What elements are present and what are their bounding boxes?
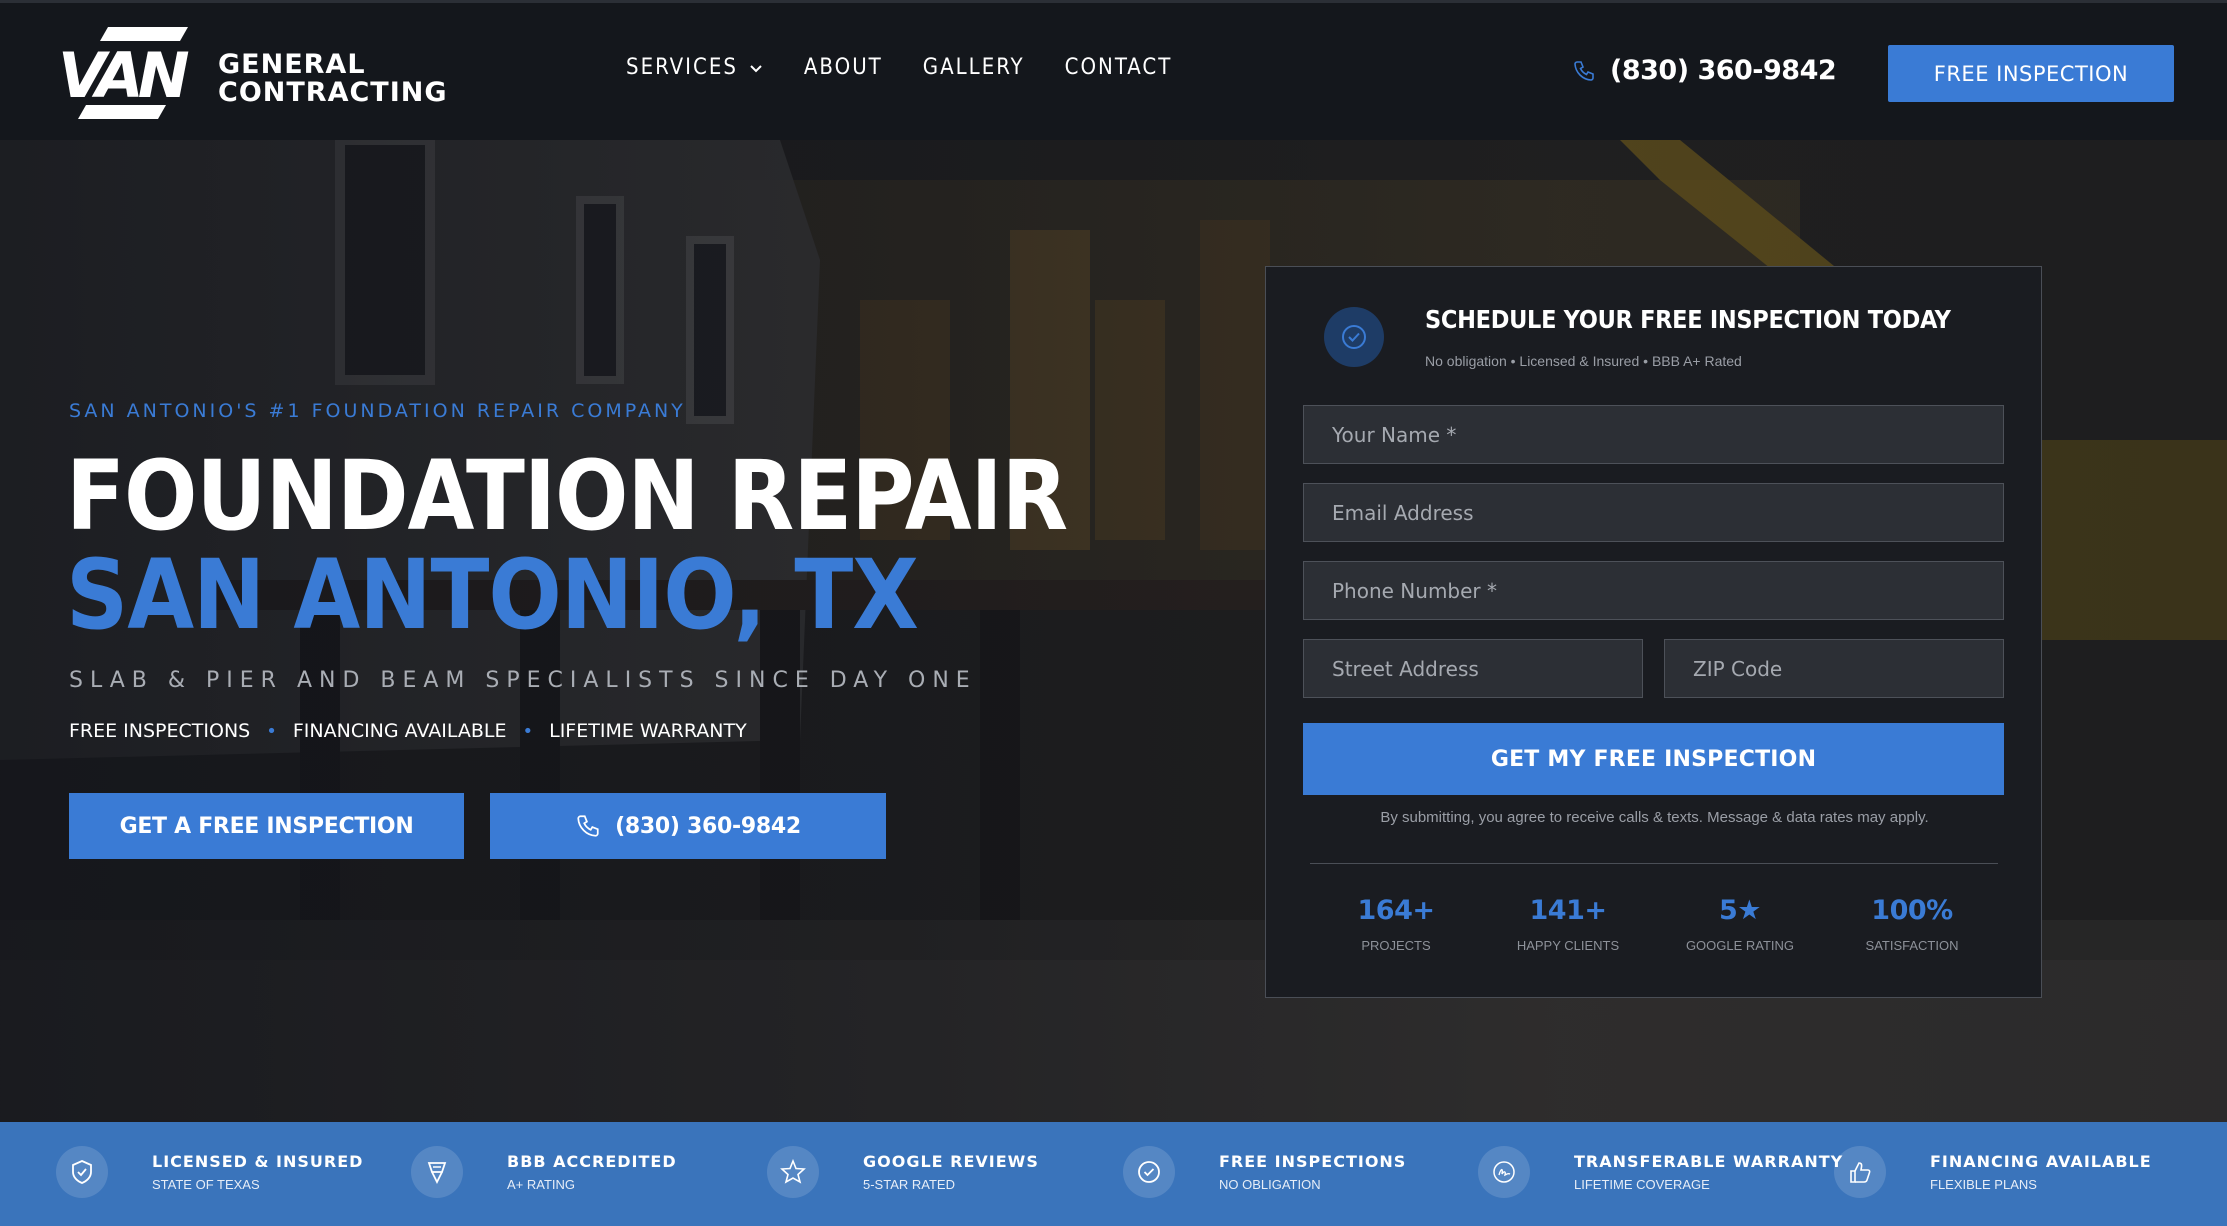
- hero-title-line-2: SAN ANTONIO, TX: [66, 539, 919, 651]
- logo-mark-icon: VAN: [58, 27, 195, 119]
- trust-subtitle: STATE OF TEXAS: [152, 1177, 260, 1192]
- trust-icon-wrap: [56, 1146, 108, 1198]
- stat-item: 141+ HAPPY CLIENTS: [1482, 895, 1654, 953]
- stat-item: 5★ GOOGLE RATING: [1654, 895, 1826, 953]
- check-circle-icon: [1342, 325, 1366, 349]
- nav-item-about[interactable]: ABOUT: [804, 55, 883, 80]
- stat-label: PROJECTS: [1361, 938, 1431, 953]
- street-address-input[interactable]: [1303, 639, 1643, 698]
- hero-title-line-1: FOUNDATION REPAIR: [66, 440, 1068, 552]
- nav-item-label: ABOUT: [803, 55, 883, 80]
- brand-logo[interactable]: VAN GENERAL CONTRACTING: [56, 27, 447, 122]
- form-title: SCHEDULE YOUR FREE INSPECTION TODAY: [1425, 305, 1951, 334]
- email-input[interactable]: [1303, 483, 2004, 542]
- stat-value: 141+: [1529, 895, 1607, 926]
- stat-label: SATISFACTION: [1865, 938, 1959, 953]
- main-nav: SERVICES ABOUT GALLERY CONTACT: [626, 55, 1172, 80]
- stats-row: 164+ PROJECTS 141+ HAPPY CLIENTS 5★ GOOG…: [1310, 895, 1998, 953]
- trust-subtitle: 5-STAR RATED: [863, 1177, 955, 1192]
- stat-value: 164+: [1357, 895, 1435, 926]
- form-subtitle: No obligation • Licensed & Insured • BBB…: [1425, 353, 1742, 369]
- hero-call-button[interactable]: (830) 360-9842: [490, 793, 886, 859]
- logo-line-1: GENERAL: [218, 49, 366, 80]
- header-free-inspection-button[interactable]: FREE INSPECTION: [1888, 45, 2174, 102]
- check-circle-icon: [1138, 1161, 1160, 1183]
- trust-icon-wrap: [1478, 1146, 1530, 1198]
- trust-icon-wrap: [1834, 1146, 1886, 1198]
- svg-text:VAN: VAN: [58, 39, 189, 112]
- trust-item-licensed: LICENSED & INSURED STATE OF TEXAS: [56, 1146, 363, 1198]
- form-divider: [1310, 863, 1998, 864]
- trust-icon-wrap: [767, 1146, 819, 1198]
- nav-item-label: SERVICES: [626, 55, 738, 80]
- phone-icon: [1574, 60, 1594, 81]
- trust-title: FINANCING AVAILABLE: [1930, 1152, 2152, 1171]
- hero-feature-list: FREE INSPECTIONS • FINANCING AVAILABLE •…: [69, 720, 747, 742]
- stat-item: 100% SATISFACTION: [1826, 895, 1998, 953]
- trust-item-warranty: TRANSFERABLE WARRANTY LIFETIME COVERAGE: [1478, 1146, 1843, 1198]
- header-phone-link[interactable]: (830) 360-9842: [1572, 55, 1837, 86]
- trust-item-financing: FINANCING AVAILABLE FLEXIBLE PLANS: [1834, 1146, 2152, 1198]
- phone-input[interactable]: [1303, 561, 2004, 620]
- signature-icon: [1493, 1161, 1515, 1183]
- feature-separator: •: [522, 720, 534, 742]
- hero-feature: LIFETIME WARRANTY: [549, 720, 747, 742]
- trust-item-bbb: BBB ACCREDITED A+ RATING: [411, 1146, 677, 1198]
- trust-text: LICENSED & INSURED STATE OF TEXAS: [152, 1152, 363, 1192]
- award-icon: [427, 1162, 447, 1185]
- trust-icon-wrap: [1123, 1146, 1175, 1198]
- hero-subtitle: SLAB & PIER AND BEAM SPECIALISTS SINCE D…: [69, 668, 977, 693]
- stat-value: 100%: [1871, 895, 1953, 926]
- stat-label: GOOGLE RATING: [1685, 938, 1795, 953]
- site-header: VAN GENERAL CONTRACTING SERVICES ABOUT G…: [0, 0, 2227, 140]
- trust-item-free-inspections: FREE INSPECTIONS NO OBLIGATION: [1123, 1146, 1406, 1198]
- trust-subtitle: A+ RATING: [507, 1177, 576, 1192]
- submit-inspection-button[interactable]: GET MY FREE INSPECTION: [1303, 723, 2004, 795]
- trust-text: TRANSFERABLE WARRANTY LIFETIME COVERAGE: [1574, 1152, 1843, 1192]
- nav-item-label: CONTACT: [1064, 55, 1173, 80]
- nav-item-label: GALLERY: [922, 55, 1025, 80]
- nav-item-services[interactable]: SERVICES: [626, 55, 764, 80]
- star-icon: [780, 1158, 806, 1184]
- zip-code-input[interactable]: [1664, 639, 2004, 698]
- shield-check-icon: [72, 1160, 92, 1184]
- header-phone-number: (830) 360-9842: [1610, 55, 1837, 86]
- trust-subtitle: LIFETIME COVERAGE: [1574, 1177, 1710, 1192]
- trust-title: FREE INSPECTIONS: [1219, 1152, 1407, 1171]
- feature-separator: •: [266, 720, 277, 742]
- trust-subtitle: FLEXIBLE PLANS: [1930, 1177, 2037, 1192]
- chevron-down-icon: [750, 64, 762, 72]
- trust-title: BBB ACCREDITED: [507, 1152, 677, 1171]
- form-disclaimer: By submitting, you agree to receive call…: [1380, 809, 1929, 826]
- trust-subtitle: NO OBLIGATION: [1219, 1177, 1321, 1192]
- hero-call-button-label: (830) 360-9842: [615, 813, 801, 839]
- stat-label: HAPPY CLIENTS: [1516, 938, 1620, 953]
- trust-item-google: GOOGLE REVIEWS 5-STAR RATED: [767, 1146, 1039, 1198]
- hero-free-inspection-button[interactable]: GET A FREE INSPECTION: [69, 793, 464, 859]
- inspection-form-card: SCHEDULE YOUR FREE INSPECTION TODAY No o…: [1265, 266, 2042, 998]
- nav-item-contact[interactable]: CONTACT: [1065, 55, 1173, 80]
- phone-icon: [577, 815, 599, 837]
- logo-line-2: CONTRACTING: [218, 77, 448, 108]
- trust-title: TRANSFERABLE WARRANTY: [1574, 1152, 1844, 1171]
- trust-icon-wrap: [411, 1146, 463, 1198]
- nav-item-gallery[interactable]: GALLERY: [923, 55, 1025, 80]
- trust-title: GOOGLE REVIEWS: [863, 1152, 1039, 1171]
- name-input[interactable]: [1303, 405, 2004, 464]
- form-badge: [1324, 307, 1384, 367]
- hero-feature: FINANCING AVAILABLE: [292, 720, 507, 742]
- hero-feature: FREE INSPECTIONS: [69, 720, 251, 742]
- logo-wordmark: GENERAL CONTRACTING: [218, 51, 448, 107]
- trust-title: LICENSED & INSURED: [152, 1152, 364, 1171]
- stat-item: 164+ PROJECTS: [1310, 895, 1482, 953]
- trust-bar: LICENSED & INSURED STATE OF TEXAS BBB AC…: [0, 1122, 2227, 1226]
- trust-text: BBB ACCREDITED A+ RATING: [507, 1152, 677, 1192]
- trust-text: FREE INSPECTIONS NO OBLIGATION: [1219, 1152, 1406, 1192]
- trust-text: FINANCING AVAILABLE FLEXIBLE PLANS: [1930, 1152, 2152, 1192]
- stat-value: 5★: [1719, 895, 1762, 926]
- hero-eyebrow: SAN ANTONIO'S #1 FOUNDATION REPAIR COMPA…: [69, 400, 686, 422]
- trust-text: GOOGLE REVIEWS 5-STAR RATED: [863, 1152, 1039, 1192]
- thumbs-up-icon: [1850, 1162, 1871, 1183]
